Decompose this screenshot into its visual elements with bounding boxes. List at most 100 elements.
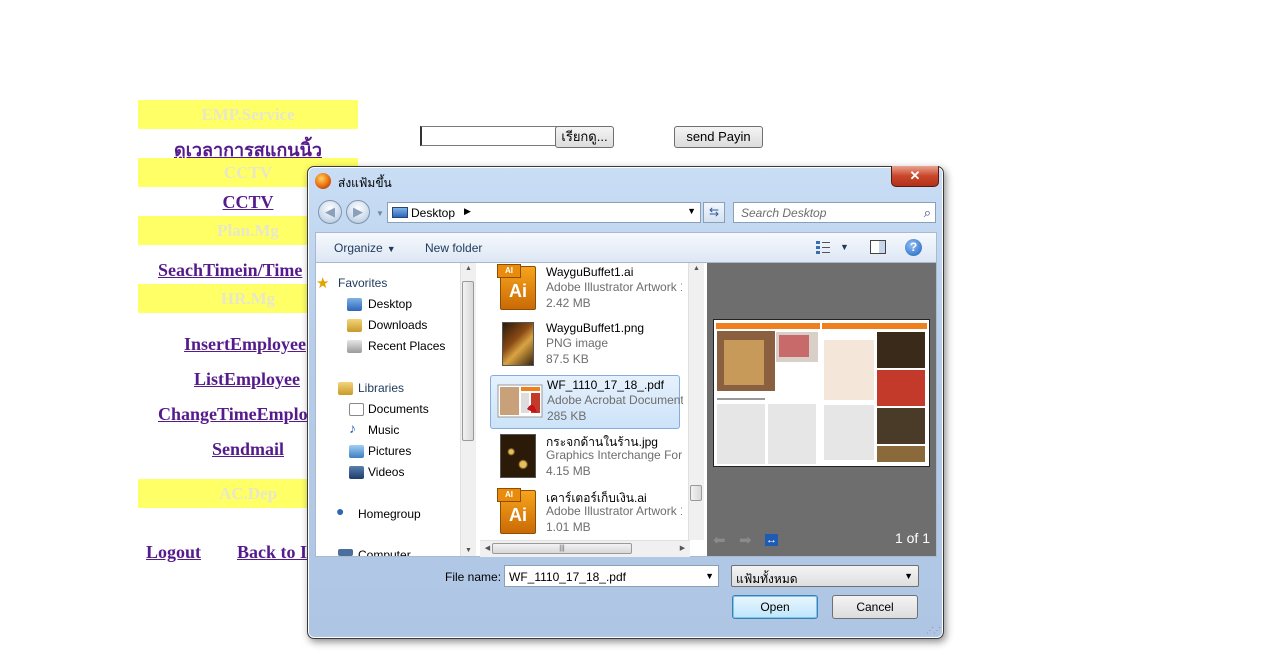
file-thumbnail <box>496 322 540 370</box>
file-thumbnail <box>497 379 543 427</box>
fit-width-icon[interactable]: ↔ <box>765 534 778 546</box>
address-text: Desktop <box>411 206 456 220</box>
cancel-button[interactable]: Cancel <box>832 595 918 619</box>
address-bar[interactable]: Desktop ▶ ▼ <box>387 202 701 223</box>
nav-documents[interactable]: Documents <box>368 402 429 416</box>
file-type: Graphics Interchange Form <box>546 448 682 462</box>
nav-favorites[interactable]: ★ Favorites <box>316 275 387 292</box>
browser-area: ★ Favorites Desktop Downloads Recent Plac… <box>315 262 937 557</box>
nav-pictures[interactable]: Pictures <box>368 444 411 458</box>
link-insert-employee[interactable]: InsertEmployee <box>184 334 306 355</box>
nav-scroll-thumb[interactable] <box>462 281 474 441</box>
file-size: 285 KB <box>547 409 587 423</box>
downloads-icon <box>347 319 362 332</box>
link-change-time-employee[interactable]: ChangeTimeEmplo <box>158 404 308 425</box>
file-type: PNG image <box>546 336 609 350</box>
scroll-right-icon[interactable]: ▶ <box>675 544 690 552</box>
link-logout[interactable]: Logout <box>146 542 201 563</box>
scroll-up-icon[interactable]: ▲ <box>461 265 476 272</box>
nav-videos[interactable]: Videos <box>368 465 404 479</box>
resize-grip-icon[interactable]: ⋰⋰ <box>926 626 941 635</box>
views-dropdown-icon[interactable]: ▼ <box>840 242 849 252</box>
jpg-image-icon <box>500 434 536 478</box>
nav-downloads[interactable]: Downloads <box>368 318 427 332</box>
nav-libraries[interactable]: Libraries <box>358 381 404 395</box>
link-seach-timein[interactable]: SeachTimein/Time <box>158 260 302 281</box>
file-item[interactable]: WayguBuffet1.png PNG image 87.5 KB <box>490 319 680 373</box>
file-name-input[interactable]: WF_1110_17_18_.pdf ▼ <box>504 565 719 587</box>
nav-recent-places[interactable]: Recent Places <box>368 339 445 353</box>
file-hscroll-thumb[interactable]: ||| <box>492 543 632 554</box>
libraries-icon <box>338 382 353 395</box>
open-button[interactable]: Open <box>732 595 818 619</box>
file-size: 4.15 MB <box>546 464 591 478</box>
star-icon: ★ <box>316 275 330 292</box>
file-item[interactable]: กระจกด้านในร้าน.jpg Graphics Interchange… <box>490 431 682 485</box>
nav-scrollbar[interactable]: ▲ ▼ <box>460 263 476 556</box>
file-name: WayguBuffet1.png <box>546 321 645 335</box>
preview-prev-icon[interactable]: ⬅ <box>713 531 726 549</box>
send-payin-button[interactable]: send Payin <box>674 126 763 148</box>
new-folder-button[interactable]: New folder <box>425 241 482 255</box>
documents-icon <box>349 403 364 416</box>
pdf-preview-page <box>713 319 930 467</box>
address-dropdown-icon[interactable]: ▼ <box>687 206 696 216</box>
file-scroll-thumb[interactable] <box>690 485 702 501</box>
file-type-filter-value: แฟ้มทั้งหมด <box>736 572 798 586</box>
file-item[interactable]: AI Ai เคาร์เตอร์เก็บเงิน.ai Adobe Illust… <box>490 487 682 541</box>
link-back-to[interactable]: Back to I <box>237 542 307 563</box>
file-name-dropdown-icon[interactable]: ▼ <box>705 571 714 581</box>
nav-homegroup[interactable]: Homegroup <box>358 507 421 521</box>
file-upload-dialog: ส่งแฟ้มขึ้น ✕ ◀ ▶ ▼ Desktop ▶ ▼ ⇆ Search… <box>307 166 944 639</box>
file-thumbnail <box>496 434 540 482</box>
file-list-scrollbar[interactable]: ▲ <box>688 263 704 540</box>
navigation-pane: ★ Favorites Desktop Downloads Recent Plac… <box>316 263 460 556</box>
organize-label: Organize <box>334 241 383 255</box>
music-icon: ♪ <box>349 420 356 436</box>
file-path-input[interactable] <box>420 126 557 146</box>
history-dropdown-icon[interactable]: ▼ <box>376 209 384 218</box>
views-icon[interactable] <box>815 240 831 254</box>
scroll-down-icon[interactable]: ▼ <box>461 547 476 554</box>
command-bar: Organize ▼ New folder ▼ ? <box>315 232 937 262</box>
file-item[interactable]: AI Ai WayguBuffet1.ai Adobe Illustrator … <box>490 263 682 317</box>
illustrator-file-icon: AI Ai <box>497 488 536 534</box>
file-size: 1.01 MB <box>546 520 591 534</box>
preview-next-icon[interactable]: ➡ <box>739 531 752 549</box>
preview-pane: ⬅ ➡ ↔ 1 of 1 <box>707 263 936 556</box>
file-type: Adobe Acrobat Document <box>547 393 683 407</box>
search-input[interactable]: Search Desktop ⌕ <box>733 202 936 223</box>
forward-button[interactable]: ▶ <box>346 200 370 224</box>
firefox-icon <box>315 173 331 189</box>
preview-page-count: 1 of 1 <box>894 530 930 546</box>
browse-button[interactable]: เรียกดู... <box>555 126 614 148</box>
ai-icon-label: Ai <box>509 505 527 525</box>
preview-pane-icon[interactable] <box>870 240 886 254</box>
nav-desktop[interactable]: Desktop <box>368 297 412 311</box>
desktop-icon <box>392 207 408 218</box>
scroll-up-icon[interactable]: ▲ <box>689 265 704 272</box>
chevron-down-icon: ▼ <box>386 244 396 254</box>
file-thumbnail: AI Ai <box>496 488 540 538</box>
file-size: 87.5 KB <box>546 352 589 366</box>
nav-music[interactable]: Music <box>368 423 399 437</box>
file-name-label: File name: <box>445 570 502 584</box>
organize-button[interactable]: Organize ▼ <box>334 241 396 255</box>
recent-places-icon <box>347 340 362 353</box>
file-size: 2.42 MB <box>546 296 591 310</box>
search-icon: ⌕ <box>923 205 931 220</box>
refresh-button[interactable]: ⇆ <box>703 202 725 223</box>
close-button[interactable]: ✕ <box>891 166 939 187</box>
breadcrumb-chevron-icon[interactable]: ▶ <box>464 206 471 217</box>
file-list-hscrollbar[interactable]: ◀ ||| ▶ <box>480 540 690 557</box>
file-item-selected[interactable]: WF_1110_17_18_.pdf Adobe Acrobat Documen… <box>490 375 683 429</box>
back-button[interactable]: ◀ <box>318 200 342 224</box>
ai-icon-label: Ai <box>509 281 527 301</box>
refresh-icon: ⇆ <box>708 205 720 219</box>
pdf-preview-image <box>716 323 927 464</box>
nav-computer[interactable]: Computer <box>358 548 411 556</box>
file-type-filter[interactable]: แฟ้มทั้งหมด ▼ <box>731 565 919 587</box>
help-icon[interactable]: ? <box>905 239 922 256</box>
link-list-employee[interactable]: ListEmployee <box>194 369 300 390</box>
file-list: AI Ai WayguBuffet1.ai Adobe Illustrator … <box>480 263 704 556</box>
